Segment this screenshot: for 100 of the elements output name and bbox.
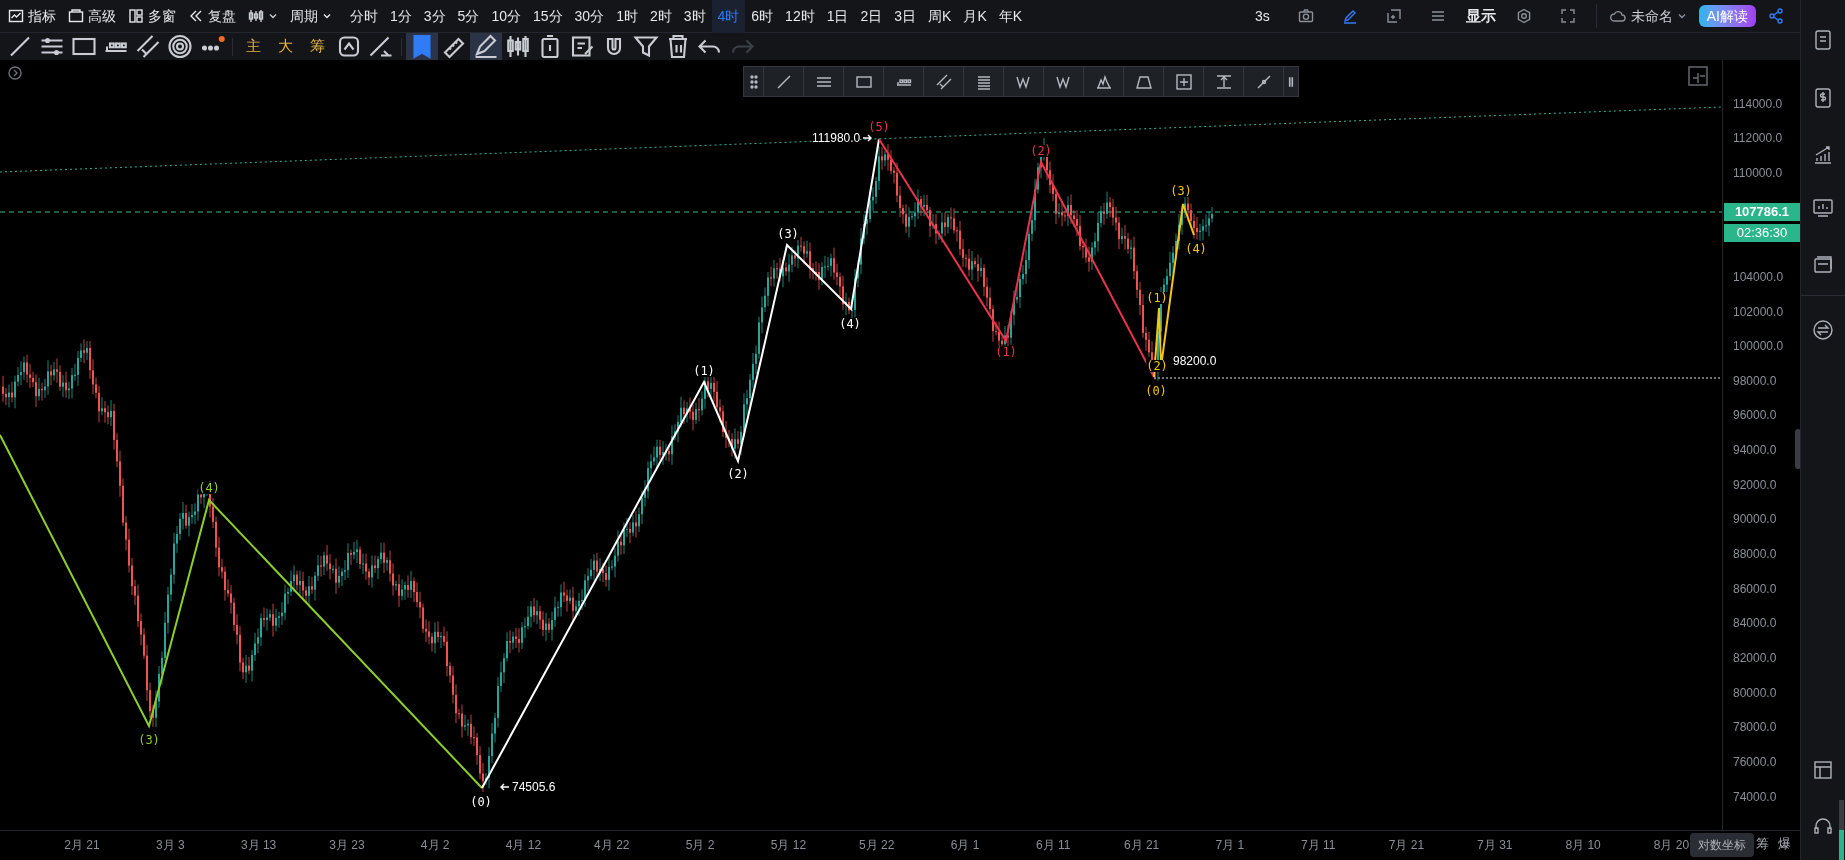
period-tab[interactable]: 周K xyxy=(922,0,958,33)
time-axis-label: 7月 21 xyxy=(1388,839,1425,851)
time-axis-label: 6月 1 xyxy=(950,839,980,851)
candlestick-icon xyxy=(248,8,264,24)
refresh-interval[interactable]: 3s xyxy=(1254,5,1270,27)
time-axis-label: 3月 3 xyxy=(155,839,185,851)
headset-icon[interactable] xyxy=(1812,815,1834,837)
period-tab[interactable]: 1日 xyxy=(820,0,855,33)
settings-icon[interactable] xyxy=(1515,8,1532,24)
time-axis-label: 6月 11 xyxy=(1036,839,1071,851)
price-axis-label: 90000.0 xyxy=(1733,513,1777,526)
pencil-icon[interactable] xyxy=(1341,8,1358,24)
period-tab[interactable]: 30分 xyxy=(568,0,611,33)
time-axis-label: 5月 2 xyxy=(685,839,715,851)
rewind-icon xyxy=(188,8,204,24)
price-axis-label: 86000.0 xyxy=(1733,582,1777,595)
scrollbar-thumb[interactable] xyxy=(1839,830,1844,860)
period-tab[interactable]: 2日 xyxy=(854,0,889,33)
layout-name-dropdown[interactable]: 未命名 xyxy=(1608,5,1687,27)
chart-icon xyxy=(8,8,24,24)
period-tab[interactable]: 分时 xyxy=(344,0,384,33)
menu-button[interactable]: 高级 xyxy=(68,5,116,27)
period-tab[interactable]: 5分 xyxy=(451,0,486,33)
time-axis-label: 8月 10 xyxy=(1565,839,1601,851)
menu-button[interactable]: 复盘 xyxy=(188,5,236,27)
channel-icon[interactable] xyxy=(934,72,953,91)
monitor-chart-icon[interactable] xyxy=(1812,197,1834,219)
wave-label: (0) xyxy=(1145,385,1167,397)
wave-label: (3) xyxy=(777,228,799,240)
wave-label: (4) xyxy=(1185,243,1207,255)
wave-label: (2) xyxy=(727,468,749,480)
period-tab[interactable]: 3分 xyxy=(417,0,452,33)
period-tab[interactable]: 2时 xyxy=(643,0,678,33)
caret-icon xyxy=(268,11,278,21)
period-tab[interactable]: 1时 xyxy=(610,0,644,33)
swap-icon[interactable] xyxy=(1812,319,1834,341)
document-icon[interactable] xyxy=(1812,29,1834,51)
indicator-button[interactable]: 主 xyxy=(237,33,269,60)
axis-tooltip: 对数坐标 xyxy=(1690,833,1754,857)
time-axis-label: 3月 13 xyxy=(240,839,277,851)
wave-label: (3) xyxy=(1170,185,1192,197)
price-axis-label: 92000.0 xyxy=(1733,478,1777,491)
time-axis-label: 5月 12 xyxy=(770,839,807,851)
axis-toggle-button[interactable]: 筹 xyxy=(1756,837,1769,850)
wave-label: (2) xyxy=(1146,360,1168,372)
collapse-handle[interactable] xyxy=(1795,429,1800,469)
growth-chart-icon[interactable] xyxy=(1812,144,1834,166)
period-tab[interactable]: 3日 xyxy=(888,0,923,33)
dollar-document-icon[interactable] xyxy=(1812,87,1834,109)
camera-icon[interactable] xyxy=(1297,8,1314,24)
price-axis-label: 112000.0 xyxy=(1733,132,1783,145)
share-icon[interactable] xyxy=(1768,8,1784,24)
pen-icon[interactable] xyxy=(470,33,502,60)
period-tab[interactable]: 15分 xyxy=(526,0,569,33)
display-button[interactable]: 显示 xyxy=(1465,4,1496,28)
price-axis-label: 114000.0 xyxy=(1733,97,1783,110)
collapse-icon[interactable] xyxy=(8,66,22,80)
wave-label: (3) xyxy=(138,734,160,746)
time-axis-label: 7月 11 xyxy=(1300,839,1336,851)
period-tab[interactable]: 10分 xyxy=(485,0,527,33)
etf-icon[interactable] xyxy=(1812,254,1834,276)
period-tab[interactable]: 3时 xyxy=(677,0,712,33)
price-axis-label: 80000.0 xyxy=(1733,686,1777,699)
frame-icon[interactable] xyxy=(1385,8,1402,24)
wave-label: (2) xyxy=(1030,145,1052,157)
period-tab[interactable]: 年K xyxy=(992,0,1029,33)
period-tab[interactable]: 1分 xyxy=(384,0,418,33)
price-mark: 98200.0 xyxy=(1173,355,1217,367)
price-mark: 111980.0 xyxy=(812,132,861,144)
layout-icon[interactable] xyxy=(1812,759,1834,781)
restore-icon[interactable] xyxy=(1688,66,1708,86)
caret-icon xyxy=(322,11,332,21)
fullscreen-icon[interactable] xyxy=(1559,8,1576,24)
scrollbar[interactable] xyxy=(1839,800,1844,860)
price-axis-label: 78000.0 xyxy=(1733,721,1777,734)
period-tab[interactable]: 12时 xyxy=(779,0,821,33)
wave-label: (1) xyxy=(995,346,1017,358)
price-axis-label: 76000.0 xyxy=(1733,755,1777,768)
add-square-icon[interactable] xyxy=(1174,72,1193,91)
wave-label: (1) xyxy=(1146,292,1168,304)
indicator-button[interactable]: 大 xyxy=(269,33,301,60)
filter-icon[interactable] xyxy=(630,33,662,60)
price-axis-label: 104000.0 xyxy=(1733,270,1784,283)
arrow-icon xyxy=(862,134,873,142)
height-icon[interactable] xyxy=(1214,72,1233,91)
menu-button[interactable]: 多窗 xyxy=(128,5,176,27)
wave-label: (1) xyxy=(693,365,715,377)
current-price-badge: 107786.1 xyxy=(1724,203,1800,221)
period-tab[interactable]: 6时 xyxy=(745,0,780,33)
chart-type-button[interactable] xyxy=(248,8,278,24)
period-tab[interactable]: 月K xyxy=(957,0,993,33)
indicator-button[interactable]: 筹 xyxy=(301,33,333,60)
list-icon[interactable] xyxy=(1429,8,1446,24)
wave-label: (0) xyxy=(470,796,492,808)
time-axis-label: 4月 22 xyxy=(594,839,630,851)
time-axis-label: 4月 12 xyxy=(505,839,542,851)
period-dropdown[interactable]: 周期 xyxy=(290,5,332,27)
menu-button[interactable]: 指标 xyxy=(8,5,56,27)
axis-toggle-button[interactable]: 爆 xyxy=(1778,837,1791,850)
period-tab[interactable]: 4时 xyxy=(711,0,746,33)
